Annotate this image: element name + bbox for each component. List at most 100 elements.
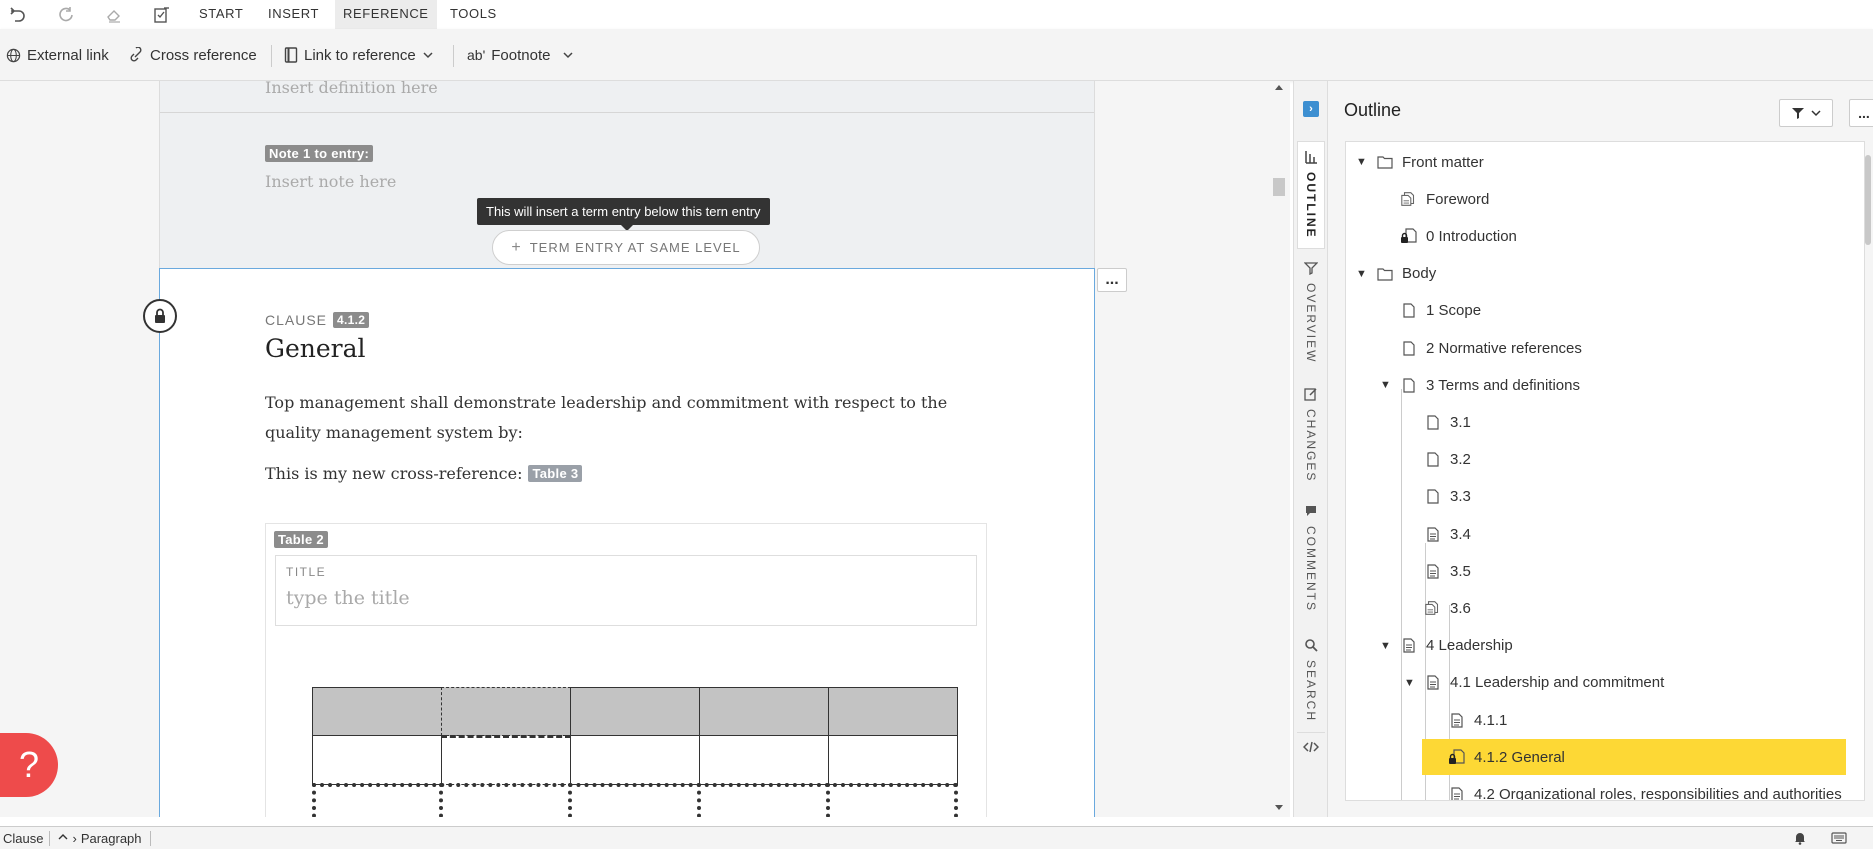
folder-icon: [1376, 155, 1394, 169]
outline-item[interactable]: ▼ 4 Leadership: [1380, 631, 1856, 661]
outline-item[interactable]: 3.5: [1404, 556, 1856, 586]
breadcrumb-up-icon[interactable]: [50, 832, 72, 844]
cross-reference-text: This is my new cross-reference:: [265, 464, 523, 483]
outline-item[interactable]: 3.3: [1404, 482, 1856, 512]
tab-overview[interactable]: OVERVIEW: [1297, 261, 1325, 363]
tab-comments[interactable]: COMMENTS: [1297, 504, 1325, 612]
outline-item[interactable]: ▼ 4.1 Leadership and commitment: [1404, 668, 1856, 698]
filter-icon: [1792, 108, 1804, 119]
comment-icon: [1306, 506, 1316, 516]
link-to-reference-button[interactable]: Link to reference: [284, 41, 434, 69]
outline-item[interactable]: 3.1: [1404, 407, 1856, 437]
code-icon: [1303, 741, 1319, 752]
doc-lines-icon: [1400, 638, 1418, 653]
caret-down-icon[interactable]: ▼: [1404, 677, 1416, 689]
outline-item-selected[interactable]: 4.1.2 General: [1422, 739, 1846, 776]
eraser-icon[interactable]: [103, 4, 125, 26]
breadcrumb-paragraph[interactable]: Paragraph: [81, 830, 151, 846]
outline-item[interactable]: 2 Normative references: [1380, 333, 1856, 363]
table-header-cell[interactable]: [312, 687, 442, 736]
clause-heading[interactable]: General: [265, 334, 366, 363]
table-header-cell[interactable]: [441, 687, 571, 736]
clause-paragraph[interactable]: Top management shall demonstrate leaders…: [265, 388, 975, 448]
table-header-cell[interactable]: [828, 687, 958, 736]
outline-more-button[interactable]: ...: [1849, 99, 1873, 127]
scroll-up-arrow[interactable]: [1275, 85, 1283, 90]
table-cell[interactable]: [570, 735, 700, 785]
table-cell[interactable]: [828, 735, 958, 785]
table-dotted-divider: [568, 783, 572, 817]
scroll-thumb[interactable]: [1273, 178, 1285, 196]
note-label: Note 1 to entry:: [265, 145, 374, 162]
tab-reference[interactable]: REFERENCE: [335, 0, 437, 29]
keyboard-icon[interactable]: [1831, 832, 1847, 847]
caret-down-icon[interactable]: ▼: [1356, 268, 1368, 280]
scroll-down-arrow[interactable]: [1275, 805, 1283, 810]
breadcrumb-clause[interactable]: Clause: [0, 830, 51, 846]
tab-outline[interactable]: OUTLINE: [1297, 141, 1325, 249]
tab-search[interactable]: SEARCH: [1297, 638, 1325, 722]
footnote-button[interactable]: ab' Footnote: [467, 41, 574, 69]
shared-doc-icon: [1424, 600, 1442, 616]
notification-bell-icon[interactable]: [1793, 831, 1807, 848]
outline-item[interactable]: 4.1.1: [1428, 705, 1856, 735]
outline-item[interactable]: Foreword: [1380, 184, 1856, 214]
chevron-down-icon: [563, 52, 573, 59]
outline-item[interactable]: 3.4: [1404, 519, 1856, 549]
outline-item-label: 3.6: [1450, 599, 1471, 617]
globe-icon: [6, 48, 21, 62]
table-dotted-divider: [439, 783, 443, 817]
table-cell[interactable]: [441, 735, 571, 785]
collapse-panel-button[interactable]: ›: [1303, 101, 1319, 117]
table-title-field[interactable]: TITLE type the title: [275, 555, 977, 626]
outline-item[interactable]: 0 Introduction: [1380, 221, 1856, 251]
footnote-label: Footnote: [491, 46, 551, 64]
undo-icon[interactable]: [6, 4, 28, 26]
editor-scrollbar[interactable]: [1273, 81, 1287, 817]
breadcrumb-separator-icon: ›: [72, 830, 77, 846]
term-entry-same-level-button[interactable]: + TERM ENTRY AT SAME LEVEL: [492, 230, 760, 265]
outline-scrollbar[interactable]: [1865, 155, 1871, 245]
redo-icon[interactable]: [55, 4, 77, 26]
table-cell[interactable]: [699, 735, 829, 785]
caret-down-icon[interactable]: ▼: [1380, 379, 1392, 391]
outline-item[interactable]: ▼ 3 Terms and definitions: [1380, 370, 1856, 400]
outline-item[interactable]: ▼ Body: [1356, 259, 1856, 289]
tab-overview-label: OVERVIEW: [1304, 283, 1318, 364]
outline-item[interactable]: 3.2: [1404, 445, 1856, 475]
table-header-cell[interactable]: [570, 687, 700, 736]
xref-badge[interactable]: Table 3: [528, 465, 583, 482]
outline-title: Outline: [1344, 100, 1402, 120]
table-grid[interactable]: [312, 687, 958, 817]
table-dotted-row[interactable]: [312, 783, 958, 817]
chevron-down-icon: [1811, 110, 1821, 117]
table-header-cell[interactable]: [699, 687, 829, 736]
external-link-button[interactable]: External link: [6, 41, 109, 69]
tab-insert[interactable]: INSERT: [260, 0, 327, 29]
table-cell[interactable]: [312, 735, 442, 785]
note-placeholder[interactable]: Insert note here: [265, 172, 396, 191]
toolbar-divider: [453, 45, 454, 67]
caret-down-icon[interactable]: ▼: [1356, 156, 1368, 168]
tab-changes[interactable]: CHANGES: [1297, 387, 1325, 482]
cross-reference-button[interactable]: Cross reference: [128, 41, 257, 69]
lock-indicator[interactable]: [143, 299, 177, 333]
definition-placeholder[interactable]: Insert definition here: [265, 81, 438, 97]
cross-reference-paragraph[interactable]: This is my new cross-reference: Table 3: [265, 464, 583, 483]
outline-item[interactable]: 3.6: [1404, 593, 1856, 623]
caret-down-icon[interactable]: ▼: [1380, 640, 1392, 652]
outline-filter-button[interactable]: [1779, 99, 1833, 127]
checklist-icon[interactable]: [151, 4, 173, 26]
doc-lines-icon: [1424, 526, 1442, 542]
outline-item[interactable]: ▼ Front matter: [1356, 147, 1856, 177]
outline-item-label: Front matter: [1402, 153, 1484, 171]
book-icon: [284, 47, 298, 63]
tab-tools[interactable]: TOOLS: [442, 0, 505, 29]
menubar: START INSERT REFERENCE TOOLS: [0, 0, 1873, 29]
code-view-button[interactable]: [1297, 732, 1325, 760]
more-options-button[interactable]: ...: [1097, 268, 1127, 292]
outline-item[interactable]: 4.2 Organizational roles, responsibiliti…: [1428, 779, 1856, 800]
outline-item[interactable]: 1 Scope: [1380, 296, 1856, 326]
tab-start[interactable]: START: [191, 0, 251, 29]
outline-item-label: 4.1.1: [1474, 711, 1508, 729]
